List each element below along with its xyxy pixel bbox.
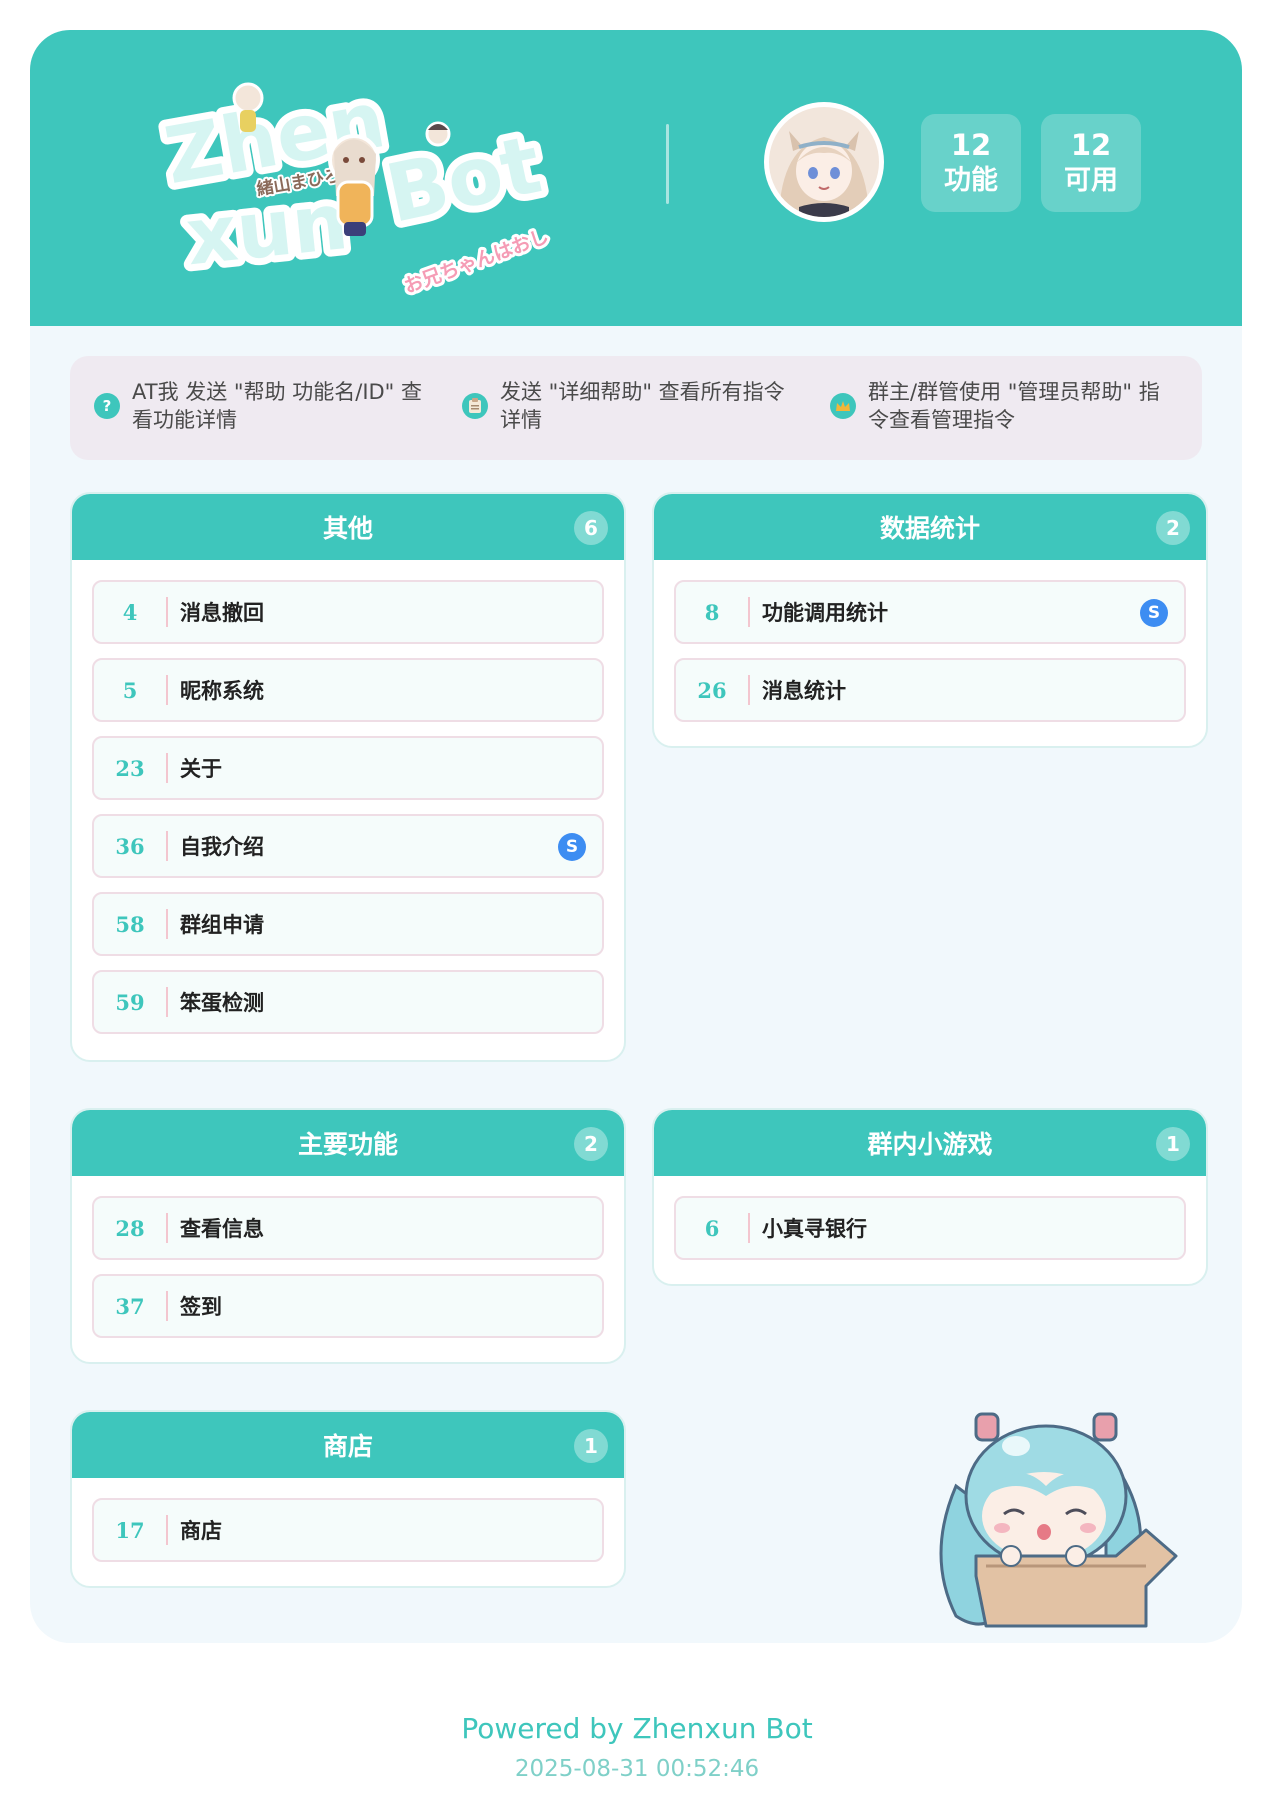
feature-item-call-stats[interactable]: 8 功能调用统计 S: [674, 580, 1186, 644]
feature-id: 5: [122, 677, 138, 703]
stat-total-label: 功能: [944, 165, 998, 196]
feature-item-dummy-detect[interactable]: 59 笨蛋检测: [92, 970, 604, 1034]
help-card: Zhen xun Bot お兄ちゃんはおし 緒山まひろ 12 功能 12 可用 …: [30, 30, 1242, 1643]
powered-by-text: Powered by Zhenxun Bot: [461, 1712, 813, 1745]
category-count: 1: [574, 1429, 608, 1463]
logo-text-bot: Bot: [379, 118, 549, 241]
tip-help-by-name: ? AT我 发送 "帮助 功能名/ID" 查看功能详情: [94, 378, 434, 434]
category-count: 6: [574, 511, 608, 545]
feature-name: 自我介绍: [180, 835, 264, 859]
category-shop: 商店 1 17 商店: [70, 1410, 626, 1588]
category-main-features: 主要功能 2 28 查看信息 37 签到: [70, 1108, 626, 1364]
header-divider: [666, 124, 669, 204]
header: Zhen xun Bot お兄ちゃんはおし 緒山まひろ 12 功能 12 可用: [30, 30, 1242, 326]
feature-item-bank[interactable]: 6 小真寻银行: [674, 1196, 1186, 1260]
feature-separator: [166, 1213, 168, 1243]
feature-id: 36: [115, 833, 145, 859]
feature-id: 58: [115, 911, 145, 937]
stat-total-number: 12: [950, 128, 992, 162]
feature-name: 消息撤回: [180, 601, 264, 625]
category-title: 其他: [322, 514, 373, 543]
category-header: 数据统计 2: [654, 494, 1206, 560]
feature-name: 签到: [180, 1295, 222, 1319]
category-data-stats: 数据统计 2 8 功能调用统计 S 26 消息统计: [652, 492, 1208, 748]
tip-text: 群主/群管使用 "管理员帮助" 指令查看管理指令: [868, 380, 1160, 432]
feature-name: 小真寻银行: [762, 1217, 867, 1241]
feature-separator: [166, 909, 168, 939]
feature-item-group-apply[interactable]: 58 群组申请: [92, 892, 604, 956]
feature-separator: [166, 1291, 168, 1321]
feature-id: 6: [704, 1215, 720, 1241]
category-group-games: 群内小游戏 1 6 小真寻银行: [652, 1108, 1208, 1286]
logo-tagline: お兄ちゃんはおし: [401, 225, 551, 298]
feature-item-shop[interactable]: 17 商店: [92, 1498, 604, 1562]
feature-item-message-stats[interactable]: 26 消息统计: [674, 658, 1186, 722]
superuser-badge: S: [558, 833, 586, 861]
superuser-badge: S: [1140, 599, 1168, 627]
category-count: 1: [1156, 1127, 1190, 1161]
feature-separator: [748, 1213, 750, 1243]
bot-avatar: [764, 102, 884, 222]
feature-id: 28: [115, 1215, 145, 1241]
crown-icon: [830, 393, 856, 419]
usage-tips: ? AT我 发送 "帮助 功能名/ID" 查看功能详情 发送 "详细帮助" 查看…: [70, 356, 1202, 460]
feature-id: 59: [115, 989, 145, 1015]
feature-name: 查看信息: [180, 1217, 264, 1241]
avatar-illustration: [769, 107, 879, 217]
feature-id: 4: [122, 599, 138, 625]
feature-id: 23: [115, 755, 145, 781]
stat-available-label: 可用: [1064, 165, 1118, 196]
generated-timestamp: 2025-08-31 00:52:46: [514, 1756, 760, 1782]
feature-name: 群组申请: [180, 913, 264, 937]
feature-separator: [166, 987, 168, 1017]
feature-separator: [748, 597, 750, 627]
feature-name: 关于: [180, 757, 222, 781]
category-header: 其他 6: [72, 494, 624, 560]
zhenxun-bot-logo: Zhen xun Bot お兄ちゃんはおし 緒山まひろ: [152, 68, 556, 301]
feature-item-message-recall[interactable]: 4 消息撤回: [92, 580, 604, 644]
feature-item-about[interactable]: 23 关于: [92, 736, 604, 800]
category-header: 主要功能 2: [72, 1110, 624, 1176]
feature-item-nickname-system[interactable]: 5 昵称系统: [92, 658, 604, 722]
feature-name: 功能调用统计: [762, 601, 888, 625]
tip-detailed-help: 发送 "详细帮助" 查看所有指令详情: [462, 378, 802, 434]
category-count: 2: [574, 1127, 608, 1161]
feature-id: 26: [697, 677, 727, 703]
category-title: 主要功能: [297, 1130, 398, 1159]
feature-separator: [166, 597, 168, 627]
feature-name: 笨蛋检测: [180, 991, 264, 1015]
feature-id: 17: [115, 1517, 145, 1543]
stat-available-number: 12: [1070, 128, 1112, 162]
category-title: 数据统计: [879, 514, 980, 543]
question-icon: ?: [94, 393, 120, 419]
feature-item-view-info[interactable]: 28 查看信息: [92, 1196, 604, 1260]
category-header: 商店 1: [72, 1412, 624, 1478]
tip-admin-help: 群主/群管使用 "管理员帮助" 指令查看管理指令: [830, 378, 1170, 434]
feature-id: 8: [704, 599, 720, 625]
stat-available-features: 12 可用: [1041, 114, 1141, 212]
feature-separator: [748, 675, 750, 705]
feature-id: 37: [115, 1293, 145, 1319]
feature-item-self-intro[interactable]: 36 自我介绍 S: [92, 814, 604, 878]
feature-separator: [166, 753, 168, 783]
feature-separator: [166, 831, 168, 861]
category-title: 商店: [322, 1432, 373, 1461]
stat-total-features: 12 功能: [921, 114, 1021, 212]
category-title: 群内小游戏: [867, 1130, 993, 1159]
clipboard-icon: [462, 393, 488, 419]
feature-name: 昵称系统: [180, 679, 264, 703]
feature-separator: [166, 675, 168, 705]
feature-item-sign-in[interactable]: 37 签到: [92, 1274, 604, 1338]
category-other: 其他 6 4 消息撤回 5 昵称系统 23 关于 36 自我介绍 S 58 群组…: [70, 492, 626, 1062]
tip-text: 发送 "详细帮助" 查看所有指令详情: [500, 380, 785, 432]
mascot-in-box-illustration: [939, 1412, 1178, 1628]
category-count: 2: [1156, 511, 1190, 545]
feature-name: 商店: [180, 1519, 222, 1543]
feature-name: 消息统计: [762, 679, 846, 703]
feature-separator: [166, 1515, 168, 1545]
category-header: 群内小游戏 1: [654, 1110, 1206, 1176]
tip-text: AT我 发送 "帮助 功能名/ID" 查看功能详情: [132, 380, 423, 432]
